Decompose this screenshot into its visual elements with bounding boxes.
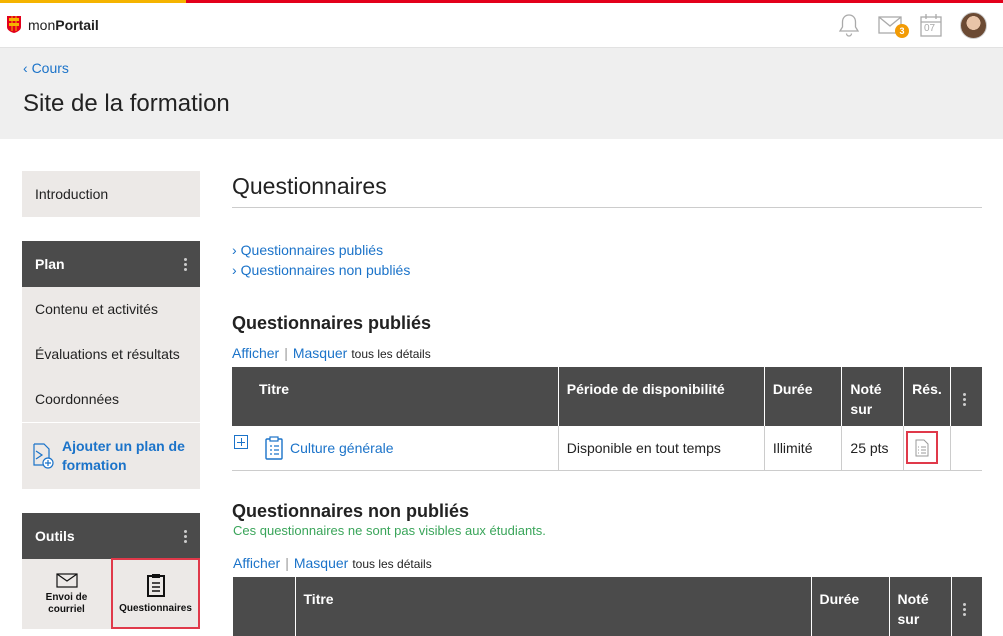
published-table: Titre Période de disponibilité Durée Not… xyxy=(232,367,982,471)
show-all-details-link[interactable]: Afficher xyxy=(232,345,279,361)
section-heading: Questionnaires xyxy=(232,173,387,199)
col-res: Rés. xyxy=(903,367,951,426)
unpublished-toggle-row: Afficher | Masquer tous les détails xyxy=(233,555,432,571)
results-document-icon xyxy=(915,439,929,457)
col-note: Noté sur xyxy=(889,577,952,636)
notifications-button[interactable] xyxy=(838,13,860,37)
sidebar-item-coordonnees[interactable]: Coordonnées xyxy=(22,377,200,423)
unpublished-note: Ces questionnaires ne sont pas visibles … xyxy=(233,523,546,538)
tools-title: Outils xyxy=(35,528,75,544)
tool-email[interactable]: Envoi de courriel xyxy=(22,559,111,629)
expand-row-icon[interactable] xyxy=(234,434,248,449)
details-label: tous les détails xyxy=(351,347,431,361)
table-menu[interactable] xyxy=(951,577,982,636)
hide-all-details-link[interactable]: Masquer xyxy=(293,345,347,361)
table-kebab-icon[interactable] xyxy=(962,603,966,616)
avatar xyxy=(960,11,987,39)
back-link-label: Cours xyxy=(31,60,69,76)
chevron-right-icon: › xyxy=(232,262,237,278)
col-duree: Durée xyxy=(811,577,890,636)
page-header: ‹ Cours Site de la formation xyxy=(0,48,1003,139)
crest-icon xyxy=(7,16,21,33)
results-button[interactable] xyxy=(906,431,939,465)
sidebar-item-introduction[interactable]: Introduction xyxy=(22,171,200,217)
tool-questionnaires[interactable]: Questionnaires xyxy=(111,558,200,629)
back-to-courses-link[interactable]: ‹ Cours xyxy=(23,60,69,76)
cell-empty xyxy=(950,426,982,471)
col-note: Noté sur xyxy=(841,367,905,426)
table-kebab-icon[interactable] xyxy=(962,393,966,406)
col-duree: Durée xyxy=(764,367,843,426)
cell-results xyxy=(903,426,951,471)
plan-header: Plan xyxy=(22,241,200,287)
unpublished-table: Titre Durée Noté sur xyxy=(233,577,982,636)
add-plan-label: Ajouter un plan de formation xyxy=(62,438,185,473)
anchor-unpublished-label: Questionnaires non publiés xyxy=(240,262,411,278)
tools-header: Outils xyxy=(22,513,200,559)
clipboard-icon xyxy=(146,573,165,597)
bell-icon xyxy=(838,14,860,37)
app-logo[interactable]: monPortail xyxy=(7,16,99,33)
sidebar-intro-block: Introduction xyxy=(22,171,200,217)
anchor-unpublished[interactable]: › Questionnaires non publiés xyxy=(232,262,410,278)
envelope-icon xyxy=(55,572,78,588)
cell-duration: Illimité xyxy=(764,426,843,471)
table-header-row: Titre Durée Noté sur xyxy=(233,577,982,636)
add-plan-link[interactable]: Ajouter un plan de formation xyxy=(22,423,200,489)
user-menu-button[interactable] xyxy=(960,11,987,39)
brand-stripe-red xyxy=(186,0,1003,3)
table-header-row: Titre Période de disponibilité Durée Not… xyxy=(232,367,982,426)
sidebar-item-evaluations[interactable]: Évaluations et résultats xyxy=(22,332,200,377)
table-menu[interactable] xyxy=(950,367,982,426)
chevron-left-icon: ‹ xyxy=(23,60,32,76)
published-title: Questionnaires publiés xyxy=(232,313,432,333)
col-select xyxy=(233,577,296,636)
sidebar-item-contenu[interactable]: Contenu et activités xyxy=(22,287,200,332)
anchor-published[interactable]: › Questionnaires publiés xyxy=(232,242,383,258)
unread-count-badge: 3 xyxy=(895,24,909,38)
top-bar: monPortail 3 07 xyxy=(0,0,1003,48)
plan-menu-kebab-icon[interactable] xyxy=(184,257,187,271)
messages-button[interactable]: 3 xyxy=(878,16,909,38)
plan-title: Plan xyxy=(35,256,65,272)
cell-score: 25 pts xyxy=(841,426,905,471)
published-toggle-row: Afficher | Masquer tous les détails xyxy=(232,345,431,361)
add-document-icon xyxy=(33,443,54,469)
page-title: Site de la formation xyxy=(23,90,230,117)
brand-stripe-yellow xyxy=(0,0,186,3)
col-periode: Période de disponibilité xyxy=(558,367,765,426)
separator: | xyxy=(284,345,288,361)
unpublished-title: Questionnaires non publiés xyxy=(232,501,470,521)
sidebar-plan-block: Plan Contenu et activités Évaluations et… xyxy=(22,241,200,489)
logo-text-bold: Portail xyxy=(55,16,99,33)
questionnaire-icon xyxy=(265,436,283,460)
col-titre: Titre xyxy=(232,367,559,426)
tool-questionnaires-label: Questionnaires xyxy=(119,602,192,614)
chevron-right-icon: › xyxy=(232,242,237,258)
cell-period: Disponible en tout temps xyxy=(558,426,765,471)
hide-all-details-link[interactable]: Masquer xyxy=(294,555,348,571)
table-row: Culture générale Disponible en tout temp… xyxy=(232,426,982,471)
show-all-details-link[interactable]: Afficher xyxy=(233,555,280,571)
sidebar-tools-block: Outils Envoi de courriel Questionnaires xyxy=(22,513,200,629)
cell-title: Culture générale xyxy=(232,426,559,471)
calendar-button[interactable]: 07 xyxy=(920,13,942,37)
col-titre: Titre xyxy=(295,577,812,636)
logo-text-prefix: mon xyxy=(28,16,56,33)
tool-email-label: Envoi de courriel xyxy=(45,591,88,615)
details-label: tous les détails xyxy=(352,557,432,571)
divider xyxy=(232,207,982,208)
calendar-day: 07 xyxy=(924,23,936,34)
anchor-published-label: Questionnaires publiés xyxy=(240,242,384,258)
tools-menu-kebab-icon[interactable] xyxy=(184,529,187,543)
separator: | xyxy=(285,555,289,571)
questionnaire-link[interactable]: Culture générale xyxy=(290,440,394,456)
